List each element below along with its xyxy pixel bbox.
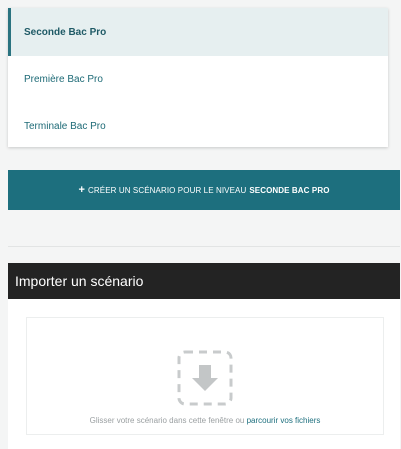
plus-icon: + [78, 184, 85, 196]
download-icon [177, 350, 233, 406]
drop-text: Glisser votre scénario dans cette fenêtr… [89, 416, 245, 425]
browse-files-link[interactable]: parcourir vos fichiers [247, 416, 321, 425]
level-item-label: Terminale Bac Pro [24, 121, 106, 132]
import-title: Importer un scénario [8, 263, 400, 299]
create-button-label: Créer un scénario pour le niveau [88, 185, 247, 195]
drop-zone[interactable]: Glisser votre scénario dans cette fenêtr… [26, 317, 384, 435]
level-item-label: Seconde Bac Pro [24, 26, 107, 38]
level-item-seconde[interactable]: Seconde Bac Pro [8, 8, 388, 56]
level-item-premiere[interactable]: Première Bac Pro [8, 56, 388, 103]
create-scenario-button[interactable]: + Créer un scénario pour le niveau Secon… [8, 170, 400, 210]
create-button-level: Seconde Bac Pro [249, 185, 330, 195]
level-item-terminale[interactable]: Terminale Bac Pro [8, 103, 388, 150]
divider [8, 246, 400, 247]
drop-instructions: Glisser votre scénario dans cette fenêtr… [90, 416, 321, 425]
level-list: Seconde Bac Pro Première Bac Pro Termina… [8, 8, 388, 147]
import-panel: Importer un scénario Glisser votre scéna… [8, 263, 400, 449]
level-item-label: Première Bac Pro [24, 74, 103, 85]
